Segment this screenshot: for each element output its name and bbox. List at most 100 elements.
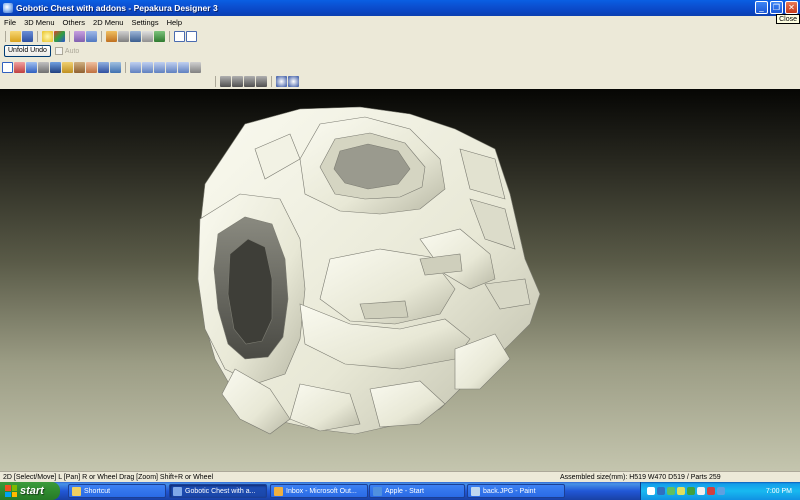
image-icon[interactable] [74, 61, 85, 73]
start-button[interactable]: start [0, 482, 60, 500]
color-cube-icon[interactable] [54, 30, 65, 42]
task-pepakura[interactable]: Gobotic Chest with a... [169, 484, 267, 498]
menu-bar: File 3D Menu Others 2D Menu Settings Hel… [0, 16, 800, 28]
toolbar-separator [69, 30, 70, 42]
task-outlook[interactable]: Inbox - Microsoft Out... [270, 484, 368, 498]
align-grid-icon[interactable] [130, 61, 141, 73]
browser-icon [373, 486, 382, 496]
pencil-icon[interactable] [106, 30, 117, 42]
rotate-icon[interactable] [74, 30, 85, 42]
edit-toolbar [2, 60, 201, 74]
display-tray-icon[interactable] [717, 487, 725, 495]
folder-icon [72, 486, 81, 496]
align-center-icon[interactable] [232, 75, 243, 87]
redo-icon[interactable] [98, 61, 109, 73]
task-label: Gobotic Chest with a... [185, 487, 256, 495]
rotate-right-icon[interactable] [288, 75, 299, 87]
align-left-icon[interactable] [220, 75, 231, 87]
toolbar-separator [37, 30, 38, 42]
align-right-icon[interactable] [244, 75, 255, 87]
auto-checkbox-label: Auto [64, 47, 80, 55]
pepakura-icon [173, 486, 182, 496]
text-icon[interactable] [62, 61, 73, 73]
outlook-icon [274, 486, 283, 496]
rotate-left-icon[interactable] [276, 75, 287, 87]
refresh-icon[interactable] [110, 61, 121, 73]
menu-settings[interactable]: Settings [127, 18, 162, 27]
single-view-icon[interactable] [174, 30, 185, 42]
join-icon[interactable] [118, 30, 129, 42]
task-label: Apple - Start [385, 487, 424, 495]
scissors-icon[interactable] [14, 61, 25, 73]
page-setup-icon[interactable] [178, 61, 189, 73]
security-tray-icon[interactable] [667, 487, 675, 495]
auto-checkbox[interactable]: Auto [54, 47, 80, 55]
anchor-icon[interactable] [130, 30, 141, 42]
clock[interactable]: 7:00 PM [766, 488, 792, 495]
toolbar-separator [101, 30, 102, 42]
fold-icon[interactable] [142, 30, 153, 42]
main-toolbar [2, 29, 197, 43]
menu-others[interactable]: Others [59, 18, 90, 27]
menu-3d[interactable]: 3D Menu [20, 18, 58, 27]
chest-armor-model [197, 106, 541, 435]
unfold-undo-button[interactable]: Unfold Undo [4, 45, 51, 57]
app-icon [3, 3, 13, 13]
toolbar-separator [125, 61, 126, 73]
rotate-part-icon[interactable] [38, 61, 49, 73]
toolbar-grip [5, 30, 6, 42]
title-bar: Gobotic Chest with addons - Pepakura Des… [0, 0, 800, 16]
status-bar: 2D [Select/Move] L [Pan] R or Wheel Drag… [0, 471, 800, 482]
window-title: Gobotic Chest with addons - Pepakura Des… [16, 3, 218, 13]
status-assembled-size: Assembled size(mm): H519 W470 D519 / Par… [560, 473, 721, 481]
lightbulb-icon[interactable] [42, 30, 53, 42]
antivirus-tray-icon[interactable] [687, 487, 695, 495]
align-toolbar [212, 74, 299, 88]
task-label: Shortcut [84, 487, 111, 495]
align-bottom-icon[interactable] [256, 75, 267, 87]
minimize-button[interactable]: _ [755, 1, 768, 14]
join-edge-icon[interactable] [86, 61, 97, 73]
spacing-icon[interactable] [154, 61, 165, 73]
move-part-icon[interactable] [26, 61, 37, 73]
task-label: back.JPG - Paint [483, 487, 536, 495]
toolbar-separator [169, 30, 170, 42]
flag-edge-icon[interactable] [154, 30, 165, 42]
volume-tray-icon[interactable] [697, 487, 705, 495]
task-label: Inbox - Microsoft Out... [286, 487, 357, 495]
paint-icon [471, 486, 480, 496]
system-tray: 7:00 PM [640, 482, 800, 500]
menu-2d[interactable]: 2D Menu [89, 18, 127, 27]
window-controls: _ ❐ ✕ [755, 1, 798, 14]
arrange-icon[interactable] [166, 61, 177, 73]
task-browser[interactable]: Apple - Start [369, 484, 465, 498]
start-label: start [20, 485, 44, 497]
menu-help[interactable]: Help [163, 18, 186, 27]
distribute-icon[interactable] [142, 61, 153, 73]
auto-checkbox-box[interactable] [54, 47, 63, 55]
messenger-tray-icon[interactable] [707, 487, 715, 495]
print-icon[interactable] [190, 61, 201, 73]
unfold-icon[interactable] [86, 30, 97, 42]
taskbar: start Shortcut Gobotic Chest with a... I… [0, 482, 800, 500]
open-folder-icon[interactable] [10, 30, 21, 42]
help-tray-icon[interactable] [647, 487, 655, 495]
menu-file[interactable]: File [0, 18, 20, 27]
split-view-icon[interactable] [186, 30, 197, 42]
task-shortcut[interactable]: Shortcut [68, 484, 166, 498]
update-tray-icon[interactable] [677, 487, 685, 495]
save-icon[interactable] [22, 30, 33, 42]
select-icon[interactable] [2, 61, 13, 73]
toolbar-separator [271, 75, 272, 87]
windows-logo-icon [5, 485, 17, 497]
maximize-button[interactable]: ❐ [770, 1, 783, 14]
toolbar-grip [215, 75, 216, 87]
flap-icon[interactable] [50, 61, 61, 73]
task-paint[interactable]: back.JPG - Paint [467, 484, 565, 498]
undo-row: Unfold Undo Auto [4, 44, 79, 58]
close-tooltip: Close [776, 14, 800, 24]
3d-viewport[interactable] [0, 89, 800, 471]
status-mode-hint: 2D [Select/Move] L [Pan] R or Wheel Drag… [3, 473, 214, 481]
close-button[interactable]: ✕ [785, 1, 798, 14]
network-tray-icon[interactable] [657, 487, 665, 495]
